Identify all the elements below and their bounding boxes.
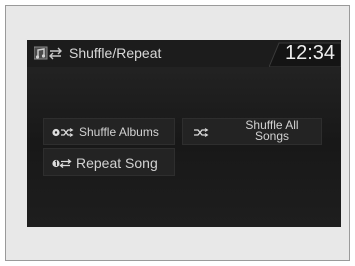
music-repeat-icon [34, 46, 62, 60]
shuffle-all-songs-label: Shuffle All Songs [245, 118, 299, 143]
repeat-song-label: Repeat Song [76, 155, 158, 171]
shuffle-all-songs-button[interactable]: Shuffle All Songs [182, 118, 322, 145]
title-bar: Shuffle/Repeat 12:34 [27, 40, 341, 67]
shuffle-albums-button[interactable]: Shuffle Albums [43, 118, 175, 145]
clock: 12:34 [285, 42, 336, 64]
audio-screen: Shuffle/Repeat 12:34 Shuffle Albums Shuf… [27, 40, 341, 227]
shuffle-albums-icon [52, 128, 74, 137]
page: Shuffle/Repeat 12:34 Shuffle Albums Shuf… [0, 0, 355, 266]
screen-title: Shuffle/Repeat [69, 45, 162, 61]
repeat-song-button[interactable]: Repeat Song [43, 148, 175, 176]
shuffle-icon [194, 128, 209, 137]
repeat-one-icon [52, 159, 72, 168]
shuffle-albums-label: Shuffle Albums [79, 125, 159, 139]
